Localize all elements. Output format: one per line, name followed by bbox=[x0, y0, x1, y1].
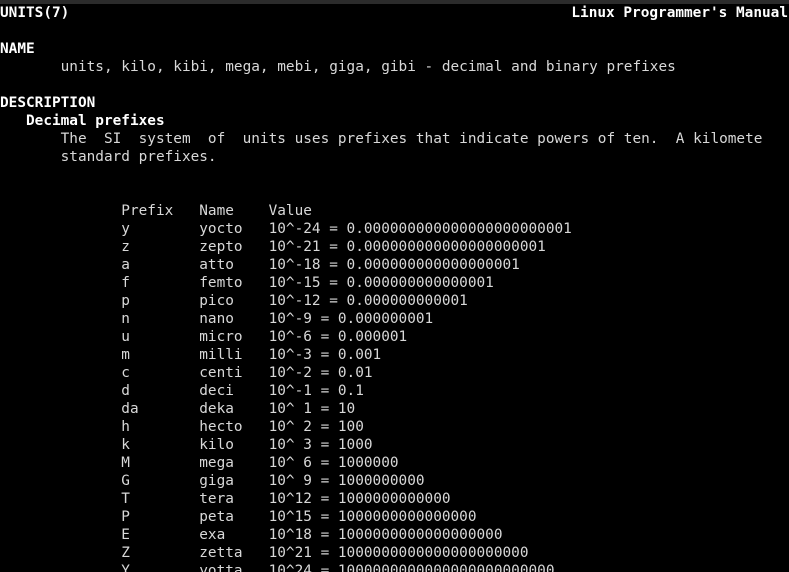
prefix-table-header: Prefix Name Value bbox=[0, 203, 312, 219]
prefix-table-row: E exa 10^18 = 1000000000000000000 bbox=[0, 527, 503, 543]
prefix-table-row: n nano 10^-9 = 0.000000001 bbox=[0, 311, 434, 327]
description-paragraph-line-1: The SI system of units uses prefixes tha… bbox=[0, 131, 763, 147]
terminal-screen[interactable]: UNITS(7) Linux Programmer's Manual NAME … bbox=[0, 4, 789, 572]
man-header-right: Linux Programmer's Manual bbox=[571, 5, 788, 21]
section-body-name: units, kilo, kibi, mega, mebi, giga, gib… bbox=[0, 59, 676, 75]
prefix-table-row: f femto 10^-15 = 0.000000000000001 bbox=[0, 275, 494, 291]
prefix-table-row: Y yotta 10^24 = 100000000000000000000000… bbox=[0, 563, 555, 572]
subsection-heading-decimal-prefixes: Decimal prefixes bbox=[0, 113, 165, 129]
prefix-table-row: M mega 10^ 6 = 1000000 bbox=[0, 455, 399, 471]
prefix-table-row: h hecto 10^ 2 = 100 bbox=[0, 419, 364, 435]
prefix-table-row: c centi 10^-2 = 0.01 bbox=[0, 365, 373, 381]
spacer-line-2 bbox=[0, 76, 789, 94]
description-paragraph-line-2: standard prefixes. bbox=[0, 149, 217, 165]
prefix-table-row: Z zetta 10^21 = 1000000000000000000000 bbox=[0, 545, 529, 561]
spacer-line-1 bbox=[0, 22, 789, 40]
prefix-table-row: y yocto 10^-24 = 0.000000000000000000000… bbox=[0, 221, 572, 237]
prefix-table-row: m milli 10^-3 = 0.001 bbox=[0, 347, 382, 363]
prefix-table-row: d deci 10^-1 = 0.1 bbox=[0, 383, 364, 399]
terminal-window: UNITS(7) Linux Programmer's Manual NAME … bbox=[0, 0, 789, 572]
prefix-table-body: y yocto 10^-24 = 0.000000000000000000000… bbox=[0, 220, 789, 572]
section-heading-description: DESCRIPTION bbox=[0, 95, 96, 111]
prefix-table-row: da deka 10^ 1 = 10 bbox=[0, 401, 356, 417]
prefix-table-row: p pico 10^-12 = 0.000000000001 bbox=[0, 293, 468, 309]
prefix-table-row: k kilo 10^ 3 = 1000 bbox=[0, 437, 373, 453]
prefix-table-row: T tera 10^12 = 1000000000000 bbox=[0, 491, 451, 507]
section-heading-name: NAME bbox=[0, 41, 35, 57]
prefix-table-row: a atto 10^-18 = 0.000000000000000001 bbox=[0, 257, 520, 273]
prefix-table-row: G giga 10^ 9 = 1000000000 bbox=[0, 473, 425, 489]
spacer-line-3 bbox=[0, 166, 789, 184]
man-header-left: UNITS(7) bbox=[0, 5, 70, 21]
prefix-table-row: P peta 10^15 = 1000000000000000 bbox=[0, 509, 477, 525]
man-header-line: UNITS(7) Linux Programmer's Manual bbox=[0, 4, 789, 22]
spacer-line-4 bbox=[0, 184, 789, 202]
prefix-table-row: z zepto 10^-21 = 0.000000000000000000001 bbox=[0, 239, 546, 255]
prefix-table-row: u micro 10^-6 = 0.000001 bbox=[0, 329, 408, 345]
